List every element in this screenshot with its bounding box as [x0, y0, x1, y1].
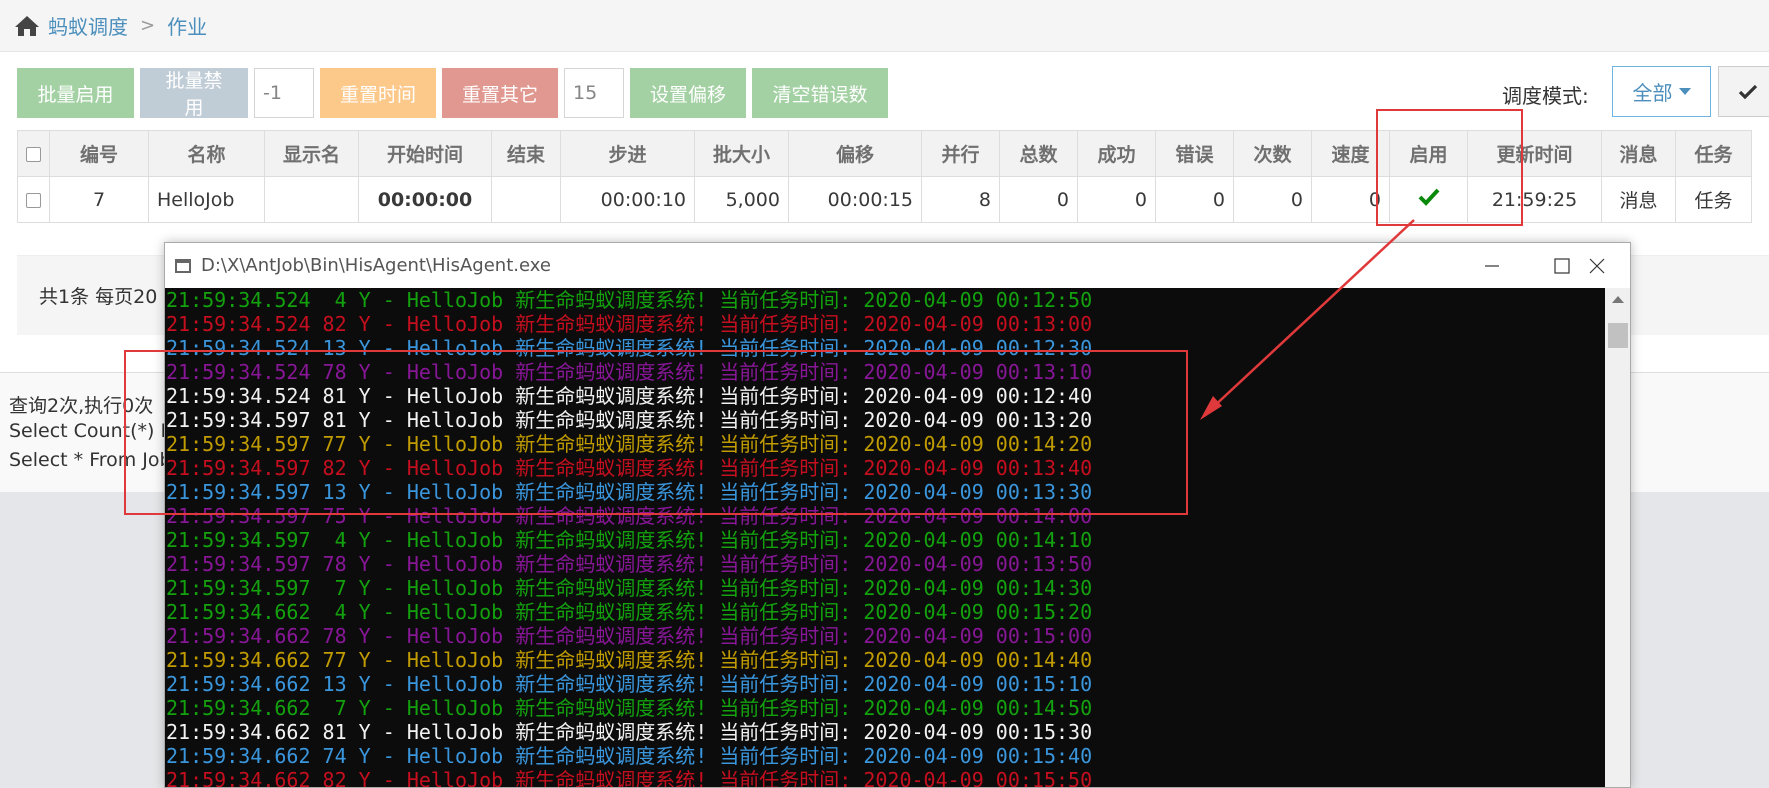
- console-line: 21:59:34.662 13 Y - HelloJob 新生命蚂蚁调度系统! …: [166, 672, 1093, 696]
- cell-message-link[interactable]: 消息: [1601, 176, 1676, 223]
- row-checkbox[interactable]: [26, 192, 41, 208]
- col-times[interactable]: 次数: [1233, 130, 1312, 177]
- console-app-icon: [175, 258, 191, 273]
- cell-parallel: 8: [921, 176, 1000, 223]
- console-titlebar[interactable]: D:\X\AntJob\Bin\HisAgent\HisAgent.exe: [165, 243, 1630, 288]
- console-line: 21:59:34.662 4 Y - HelloJob 新生命蚂蚁调度系统! 当…: [166, 600, 1093, 624]
- console-line: 21:59:34.597 7 Y - HelloJob 新生命蚂蚁调度系统! 当…: [166, 576, 1093, 600]
- submit-button[interactable]: [1718, 66, 1769, 117]
- console-line: 21:59:34.662 74 Y - HelloJob 新生命蚂蚁调度系统! …: [166, 744, 1093, 768]
- col-start-time[interactable]: 开始时间: [358, 130, 492, 177]
- console-line: 21:59:34.524 4 Y - HelloJob 新生命蚂蚁调度系统! 当…: [166, 288, 1093, 312]
- schedule-mode-label: 调度模式:: [1502, 84, 1589, 108]
- col-id[interactable]: 编号: [49, 130, 149, 177]
- col-name[interactable]: 名称: [148, 130, 265, 177]
- cell-name-link[interactable]: HelloJob: [148, 176, 265, 223]
- clear-errors-button[interactable]: 清空错误数: [752, 68, 888, 118]
- schedule-mode-select[interactable]: 全部: [1612, 66, 1711, 117]
- scroll-up-icon[interactable]: [1612, 296, 1624, 303]
- console-line: 21:59:34.662 77 Y - HelloJob 新生命蚂蚁调度系统! …: [166, 648, 1093, 672]
- home-icon[interactable]: [14, 14, 40, 38]
- cell-error: 0: [1155, 176, 1234, 223]
- cell-start-time: 00:00:00: [358, 176, 492, 223]
- col-message[interactable]: 消息: [1601, 130, 1676, 177]
- cell-offset: 00:00:15: [788, 176, 922, 223]
- col-offset[interactable]: 偏移: [788, 130, 922, 177]
- batch-enable-button[interactable]: 批量启用: [17, 68, 134, 118]
- scroll-thumb[interactable]: [1608, 323, 1628, 348]
- row-select-cell: [17, 176, 50, 223]
- offset-input[interactable]: 15: [564, 68, 624, 118]
- cell-task-link[interactable]: 任务: [1675, 176, 1752, 223]
- annotation-log-highlight: [124, 350, 1188, 515]
- console-scrollbar[interactable]: [1605, 288, 1630, 787]
- col-error[interactable]: 错误: [1155, 130, 1234, 177]
- breadcrumb: 蚂蚁调度 > 作业: [0, 0, 1769, 52]
- pagination-summary: 共1条 每页20: [39, 286, 158, 308]
- console-line: 21:59:34.662 7 Y - HelloJob 新生命蚂蚁调度系统! 当…: [166, 696, 1093, 720]
- caret-down-icon: [1678, 88, 1691, 95]
- col-success[interactable]: 成功: [1077, 130, 1156, 177]
- close-icon: [1589, 258, 1605, 273]
- job-toolbar: 批量启用 批量禁用 -1 重置时间 重置其它 15 设置偏移 清空错误数: [17, 68, 888, 119]
- cell-display-name: [264, 176, 359, 223]
- cell-success: 0: [1077, 176, 1156, 223]
- console-title: D:\X\AntJob\Bin\HisAgent\HisAgent.exe: [201, 255, 551, 276]
- console-line: 21:59:34.662 78 Y - HelloJob 新生命蚂蚁调度系统! …: [166, 624, 1093, 648]
- console-line: 21:59:34.597 4 Y - HelloJob 新生命蚂蚁调度系统! 当…: [166, 528, 1093, 552]
- cell-id: 7: [49, 176, 149, 223]
- close-button[interactable]: [1562, 243, 1630, 288]
- cell-batch-size: 5,000: [694, 176, 789, 223]
- console-line: 21:59:34.597 78 Y - HelloJob 新生命蚂蚁调度系统! …: [166, 552, 1093, 576]
- annotation-enabled-highlight: [1376, 109, 1523, 226]
- console-line: 21:59:34.662 82 Y - HelloJob 新生命蚂蚁调度系统! …: [166, 768, 1093, 788]
- select-all-cell: [17, 130, 50, 177]
- set-offset-button[interactable]: 设置偏移: [630, 68, 746, 118]
- col-display-name[interactable]: 显示名: [264, 130, 359, 177]
- batch-disable-button[interactable]: 批量禁用: [140, 68, 248, 119]
- console-line: 21:59:34.662 81 Y - HelloJob 新生命蚂蚁调度系统! …: [166, 720, 1093, 744]
- select-all-checkbox[interactable]: [26, 146, 41, 162]
- col-batch-size[interactable]: 批大小: [694, 130, 789, 177]
- col-parallel[interactable]: 并行: [921, 130, 1000, 177]
- time-offset-input[interactable]: -1: [254, 68, 314, 118]
- schedule-mode-value: 全部: [1632, 81, 1673, 105]
- cell-total: 0: [999, 176, 1078, 223]
- col-total[interactable]: 总数: [999, 130, 1078, 177]
- minimize-icon: [1485, 264, 1499, 267]
- col-end[interactable]: 结束: [491, 130, 561, 177]
- cell-step: 00:00:10: [560, 176, 695, 223]
- breadcrumb-current[interactable]: 作业: [167, 11, 207, 40]
- minimize-button[interactable]: [1457, 243, 1527, 288]
- col-step[interactable]: 步进: [560, 130, 695, 177]
- col-task[interactable]: 任务: [1675, 130, 1752, 177]
- console-line: 21:59:34.524 82 Y - HelloJob 新生命蚂蚁调度系统! …: [166, 312, 1093, 336]
- reset-other-button[interactable]: 重置其它: [442, 68, 558, 118]
- reset-time-button[interactable]: 重置时间: [320, 68, 436, 118]
- cell-end: [491, 176, 561, 223]
- breadcrumb-home-link[interactable]: 蚂蚁调度: [48, 11, 128, 40]
- breadcrumb-separator: >: [140, 15, 156, 36]
- checkmark-icon: [1738, 84, 1758, 99]
- cell-times: 0: [1233, 176, 1312, 223]
- console-window: D:\X\AntJob\Bin\HisAgent\HisAgent.exe 21…: [164, 242, 1631, 788]
